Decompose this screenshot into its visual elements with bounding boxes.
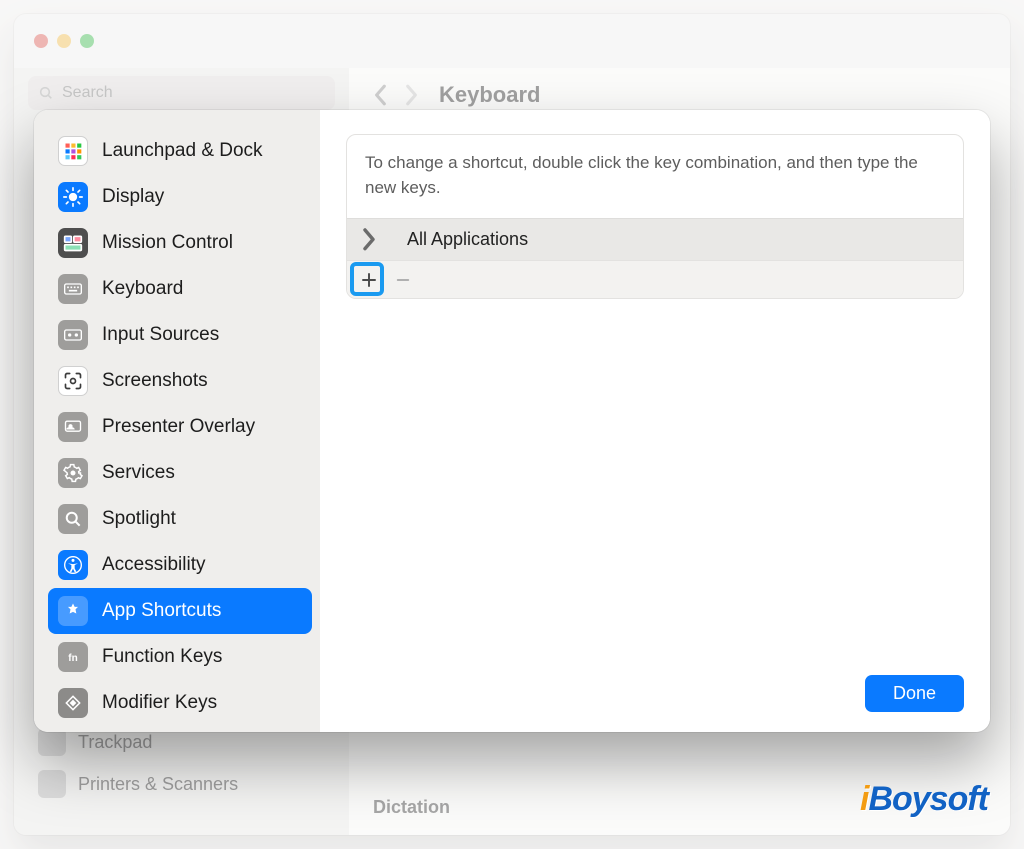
category-item-display[interactable]: Display (48, 174, 312, 220)
category-label: Screenshots (102, 370, 208, 392)
add-remove-toolbar (347, 260, 963, 298)
category-label: Display (102, 186, 164, 208)
mission-icon (58, 228, 88, 258)
input-icon (58, 320, 88, 350)
category-label: Services (102, 462, 175, 484)
appshortcuts-icon (58, 596, 88, 626)
all-applications-row[interactable]: All Applications (347, 218, 963, 260)
category-item-fn[interactable]: fn Function Keys (48, 634, 312, 680)
add-shortcut-button[interactable] (355, 266, 383, 294)
category-item-services[interactable]: Services (48, 450, 312, 496)
category-label: Accessibility (102, 554, 205, 576)
chevron-right-icon (361, 226, 377, 253)
modifier-icon (58, 688, 88, 718)
launchpad-icon (58, 136, 88, 166)
fn-icon: fn (58, 642, 88, 672)
category-label: App Shortcuts (102, 600, 221, 622)
category-item-keyboard[interactable]: Keyboard (48, 266, 312, 312)
category-item-modifier[interactable]: Modifier Keys (48, 680, 312, 726)
shortcut-instructions: To change a shortcut, double click the k… (347, 135, 963, 218)
category-label: Keyboard (102, 278, 183, 300)
accessibility-icon (58, 550, 88, 580)
category-label: Input Sources (102, 324, 219, 346)
shortcut-info-box: To change a shortcut, double click the k… (346, 134, 964, 299)
category-label: Launchpad & Dock (102, 140, 263, 162)
category-label: Spotlight (102, 508, 176, 530)
done-button[interactable]: Done (865, 675, 964, 712)
display-icon (58, 182, 88, 212)
category-item-mission[interactable]: Mission Control (48, 220, 312, 266)
svg-text:fn: fn (68, 653, 77, 664)
screenshot-icon (58, 366, 88, 396)
category-label: Presenter Overlay (102, 416, 255, 438)
category-item-launchpad[interactable]: Launchpad & Dock (48, 128, 312, 174)
watermark-logo: iBoysoft (860, 780, 988, 819)
category-item-accessibility[interactable]: Accessibility (48, 542, 312, 588)
category-item-appshortcuts[interactable]: App Shortcuts (48, 588, 312, 634)
shortcut-category-list: Launchpad & Dock Display Mission Control Ke… (34, 110, 320, 732)
category-item-input[interactable]: Input Sources (48, 312, 312, 358)
category-item-spotlight[interactable]: Spotlight (48, 496, 312, 542)
presenter-icon (58, 412, 88, 442)
minus-icon (394, 271, 412, 289)
remove-shortcut-button[interactable] (389, 266, 417, 294)
plus-icon (360, 271, 378, 289)
category-item-screenshot[interactable]: Screenshots (48, 358, 312, 404)
keyboard-shortcuts-sheet: Launchpad & Dock Display Mission Control Ke… (34, 110, 990, 732)
shortcut-detail-pane: To change a shortcut, double click the k… (320, 110, 990, 732)
category-label: Modifier Keys (102, 692, 217, 714)
category-label: Function Keys (102, 646, 222, 668)
spotlight-icon (58, 504, 88, 534)
group-label: All Applications (407, 229, 528, 250)
keyboard-icon (58, 274, 88, 304)
category-item-presenter[interactable]: Presenter Overlay (48, 404, 312, 450)
category-label: Mission Control (102, 232, 233, 254)
services-icon (58, 458, 88, 488)
